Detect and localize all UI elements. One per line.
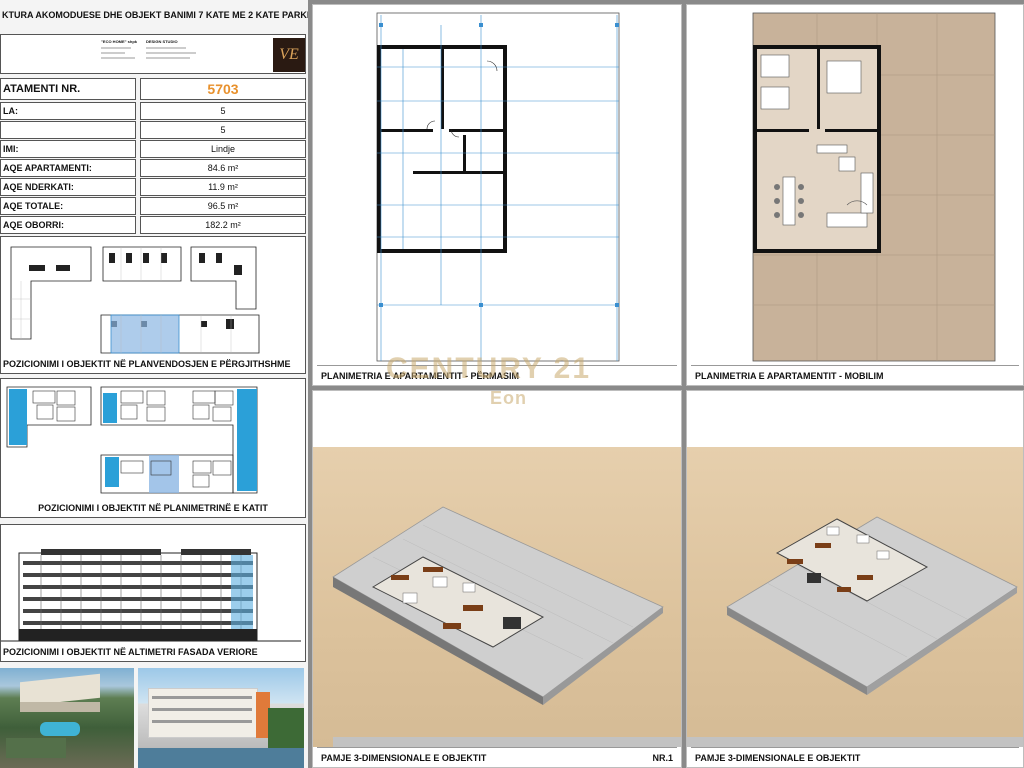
furnished-plan-drawing xyxy=(752,12,996,362)
aerial-photo xyxy=(0,668,134,768)
designer-block: DESIGN STUDIO xyxy=(146,39,206,59)
dimension-plan-caption: PLANIMETRIA E APARTAMENTIT - PËRMASIM xyxy=(317,365,677,385)
table-row-value: 11.9 m² xyxy=(140,178,306,196)
left-column: KTURA AKOMODUESE DHE OBJEKT BANIMI 7 KAT… xyxy=(0,0,308,768)
table-row-label: AQE TOTALE: xyxy=(0,197,136,215)
render-3d-right-drawing xyxy=(687,516,1023,747)
facade-caption: POZICIONIMI I OBJEKTIT NË ALTIMETRI FASA… xyxy=(3,647,258,657)
view3d-left-panel: PAMJE 3-DIMENSIONALE E OBJEKTIT NR.1 xyxy=(312,390,682,768)
table-row-value: 96.5 m² xyxy=(140,197,306,215)
dimension-plan-drawing xyxy=(376,12,620,362)
render-3d-right xyxy=(687,447,1023,747)
view3d-right-panel: PAMJE 3-DIMENSIONALE E OBJEKTIT xyxy=(686,390,1024,768)
blue-block xyxy=(9,389,257,493)
render-3d-left xyxy=(313,447,681,747)
table-row-label: AQE NDERKATI: xyxy=(0,178,136,196)
furnished-plan-panel: PLANIMETRIA E APARTAMENTIT - MOBILIM xyxy=(686,4,1024,386)
table-row-value: Lindje xyxy=(140,140,306,158)
street-photo xyxy=(138,668,304,768)
site-plan-drawing xyxy=(10,246,260,354)
furnished-plan-caption: PLANIMETRIA E APARTAMENTIT - MOBILIM xyxy=(691,365,1019,385)
render-3d-left-drawing xyxy=(332,506,681,747)
contractor-block: "ECO HOME" shpk xyxy=(101,39,141,59)
contractor-name: "ECO HOME" shpk xyxy=(101,39,138,44)
site-plan-box: POZICIONIMI I OBJEKTIT NË PLANVENDOSJEN … xyxy=(0,236,306,374)
dimension-plan-panel: PLANIMETRIA E APARTAMENTIT - PËRMASIM xyxy=(312,4,682,386)
company-header: "ECO HOME" shpk DESIGN STUDIO VE xyxy=(0,34,306,74)
floor-plan-position-box: POZICIONIMI I OBJEKTIT NË PLANIMETRINË E… xyxy=(0,378,306,518)
facade-box: POZICIONIMI I OBJEKTIT NË ALTIMETRI FASA… xyxy=(0,524,306,662)
studio-logo: VE xyxy=(273,38,305,72)
table-row-label: IMI: xyxy=(0,140,136,158)
apartment-number-label: ATAMENTI NR. xyxy=(0,78,136,100)
table-row-value: 182.2 m² xyxy=(140,216,306,234)
table-row-label: LA: xyxy=(0,102,136,120)
project-title: KTURA AKOMODUESE DHE OBJEKT BANIMI 7 KAT… xyxy=(2,10,308,20)
apartment-number-value: 5703 xyxy=(140,78,306,100)
floor-plan-position-caption: POZICIONIMI I OBJEKTIT NË PLANIMETRINË E… xyxy=(38,503,268,513)
designer-name: DESIGN STUDIO xyxy=(146,39,178,44)
table-row-value: 5 xyxy=(140,121,306,139)
logo-letters: VE xyxy=(279,46,299,63)
view3d-left-number: NR.1 xyxy=(652,752,673,763)
table-row-label xyxy=(0,121,136,139)
table-row-label: AQE OBORRI: xyxy=(0,216,136,234)
view3d-left-caption: PAMJE 3-DIMENSIONALE E OBJEKTIT NR.1 xyxy=(317,747,677,767)
site-plan-caption: POZICIONIMI I OBJEKTIT NË PLANVENDOSJEN … xyxy=(3,359,291,369)
facade-drawing xyxy=(1,549,301,642)
table-row-value: 5 xyxy=(140,102,306,120)
table-row-label: AQE APARTAMENTI: xyxy=(0,159,136,177)
floor-plan-position-drawing xyxy=(6,386,258,494)
table-row-value: 84.6 m² xyxy=(140,159,306,177)
view3d-right-caption: PAMJE 3-DIMENSIONALE E OBJEKTIT xyxy=(691,747,1019,767)
